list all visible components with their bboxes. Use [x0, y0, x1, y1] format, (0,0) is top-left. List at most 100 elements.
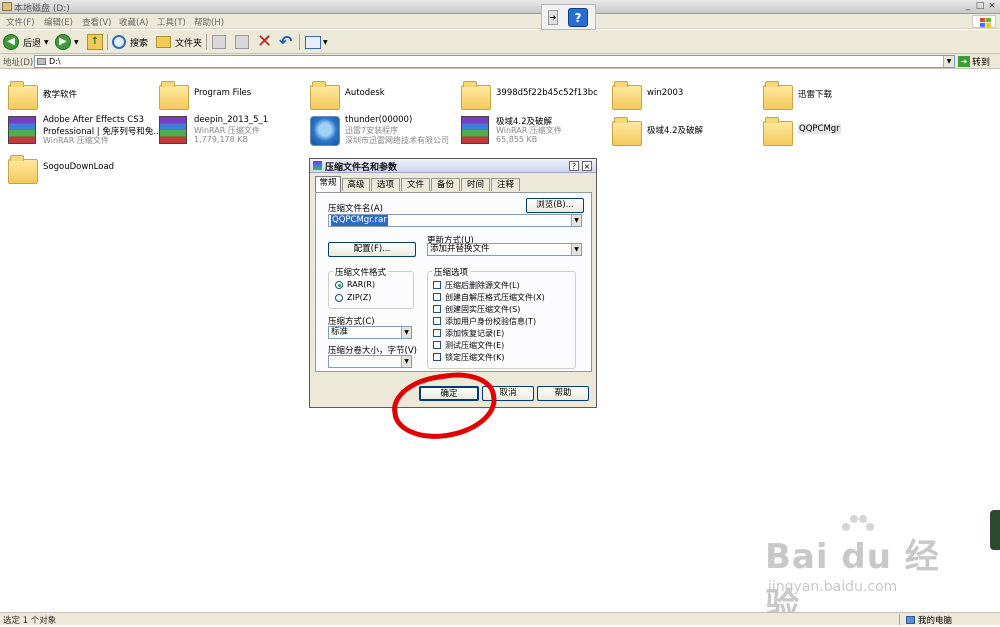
- minimize-button[interactable]: _: [963, 1, 973, 12]
- file-name: Autodesk: [345, 88, 385, 98]
- winrar-archive-icon: [461, 116, 489, 144]
- browse-button[interactable]: 浏览(B)...: [526, 198, 584, 213]
- list-item[interactable]: thunder(00000) 迅雷7安装程序 深圳市迅雷网络技术有限公司: [304, 112, 454, 152]
- chevron-down-icon[interactable]: ▼: [401, 327, 411, 338]
- delete-x-icon: ✕: [257, 31, 273, 52]
- close-button[interactable]: ×: [987, 1, 997, 12]
- list-item-selected[interactable]: QQPCMgr: [757, 112, 907, 152]
- forward-button[interactable]: ▶ ▼: [55, 33, 79, 51]
- folders-button[interactable]: 文件夹: [156, 33, 202, 51]
- tab-comment[interactable]: 注释: [491, 178, 520, 191]
- dialog-close-button[interactable]: ×: [582, 161, 592, 171]
- option-label: 测试压缩文件(E): [445, 341, 505, 350]
- file-name: 迅雷下载: [798, 90, 833, 100]
- list-item[interactable]: Program Files: [153, 76, 303, 116]
- folder-icon: [159, 81, 189, 110]
- menu-edit[interactable]: 编辑(E): [44, 16, 73, 28]
- archive-name-label: 压缩文件名(A): [328, 204, 383, 214]
- winrar-archive-icon: [159, 116, 187, 144]
- menu-help[interactable]: 帮助(H): [194, 16, 224, 28]
- list-item[interactable]: 教学软件: [2, 76, 152, 116]
- status-text: 选定 1 个对象: [3, 616, 57, 626]
- chevron-down-icon[interactable]: ▼: [571, 244, 581, 255]
- format-rar-radio[interactable]: [335, 281, 343, 289]
- go-arrow-icon: ➜: [958, 55, 970, 67]
- search-button[interactable]: 搜索: [112, 33, 148, 51]
- option-checkbox[interactable]: [433, 281, 441, 289]
- move-to-icon: [212, 35, 226, 49]
- undo-button[interactable]: ↶: [279, 33, 292, 51]
- format-group: 压缩文件格式 RAR(R) ZIP(Z): [328, 266, 414, 309]
- method-value: 标准: [331, 327, 349, 337]
- list-item[interactable]: deepin_2013_5_1 WinRAR 压缩文件 1,779,178 KB: [153, 112, 303, 152]
- window-title: 本地磁盘 (D:): [14, 4, 70, 14]
- option-checkbox[interactable]: [433, 317, 441, 325]
- tab-time[interactable]: 时间: [461, 178, 490, 191]
- option-checkbox[interactable]: [433, 293, 441, 301]
- pointer-icon[interactable]: ➔: [548, 10, 558, 25]
- folder-icon: [763, 81, 793, 110]
- option-label: 锁定压缩文件(K): [445, 353, 505, 362]
- chevron-down-icon[interactable]: ▼: [571, 215, 581, 226]
- list-item[interactable]: 极域4.2及破解 WinRAR 压缩文件 65,855 KB: [455, 112, 605, 152]
- views-button[interactable]: ▼: [305, 33, 328, 51]
- option-checkbox[interactable]: [433, 353, 441, 361]
- chevron-down-icon[interactable]: ▼: [943, 56, 954, 67]
- tab-general[interactable]: 常规: [315, 176, 341, 192]
- list-item[interactable]: Autodesk: [304, 76, 454, 116]
- status-zone-label: 我的电脑: [918, 616, 953, 626]
- file-name: deepin_2013_5_1: [194, 115, 269, 125]
- side-tab-handle[interactable]: [990, 510, 1000, 550]
- file-name: 极域4.2及破解: [647, 126, 704, 136]
- folder-icon: [8, 81, 38, 110]
- undo-icon: ↶: [279, 32, 293, 51]
- list-item[interactable]: 迅雷下载: [757, 76, 907, 116]
- maximize-button[interactable]: □: [975, 1, 985, 12]
- up-folder-button[interactable]: ↑: [87, 33, 103, 51]
- format-zip-radio[interactable]: [335, 294, 343, 302]
- menu-file[interactable]: 文件(F): [6, 16, 35, 28]
- list-item[interactable]: win2003: [606, 76, 756, 116]
- tab-options[interactable]: 选项: [371, 178, 400, 191]
- dialog-help-button[interactable]: ?: [569, 161, 579, 171]
- chevron-down-icon: ▼: [74, 38, 79, 46]
- back-button[interactable]: ◀ 后退 ▼: [3, 33, 49, 51]
- folder-icon: [612, 81, 642, 110]
- delete-button[interactable]: ✕: [257, 33, 272, 51]
- watermark-url: jingyan.baidu.com: [768, 579, 898, 595]
- chevron-down-icon[interactable]: ▼: [401, 356, 411, 367]
- tab-advanced[interactable]: 高级: [342, 178, 370, 191]
- option-checkbox[interactable]: [433, 329, 441, 337]
- move-to-button[interactable]: [212, 33, 226, 51]
- update-mode-select[interactable]: 添加并替换文件 ▼: [427, 243, 582, 256]
- archive-name-input[interactable]: QQPCMgr.rar ▼: [328, 214, 582, 227]
- help-button[interactable]: 帮助: [537, 386, 589, 401]
- option-checkbox[interactable]: [433, 341, 441, 349]
- volume-size-select[interactable]: ▼: [328, 355, 412, 368]
- address-bar: 地址(D) D:\ ▼ ➜ 转到: [0, 54, 1000, 69]
- list-item[interactable]: Adobe After Effects CS3 Professional | 免…: [2, 112, 161, 152]
- tab-panel-general: 压缩文件名(A) 浏览(B)... QQPCMgr.rar ▼ 更新方式(U) …: [315, 192, 592, 372]
- list-item[interactable]: 3998d5f22b45c52f13bc: [455, 76, 605, 116]
- list-item[interactable]: 极域4.2及破解: [606, 112, 756, 152]
- menu-tools[interactable]: 工具(T): [157, 16, 186, 28]
- file-name: win2003: [647, 88, 684, 98]
- help-icon[interactable]: ?: [568, 8, 588, 27]
- menu-view[interactable]: 查看(V): [82, 16, 111, 28]
- folders-icon: [156, 36, 171, 48]
- file-size: 1,779,178 KB: [194, 135, 248, 144]
- menu-favorites[interactable]: 收藏(A): [119, 16, 148, 28]
- winrar-archive-icon: [8, 116, 36, 144]
- my-computer-icon: [906, 616, 915, 624]
- option-checkbox[interactable]: [433, 305, 441, 313]
- list-item[interactable]: SogouDownLoad: [2, 150, 152, 190]
- tab-files[interactable]: 文件: [401, 178, 430, 191]
- go-button[interactable]: ➜ 转到: [958, 54, 996, 68]
- profiles-button[interactable]: 配置(F)...: [328, 242, 416, 257]
- copy-to-button[interactable]: [235, 33, 249, 51]
- archive-name-value: QQPCMgr.rar: [331, 215, 388, 226]
- tab-backup[interactable]: 备份: [431, 178, 460, 191]
- file-name: thunder(00000): [345, 115, 413, 125]
- address-input[interactable]: D:\ ▼: [34, 55, 955, 68]
- method-select[interactable]: 标准 ▼: [328, 326, 412, 339]
